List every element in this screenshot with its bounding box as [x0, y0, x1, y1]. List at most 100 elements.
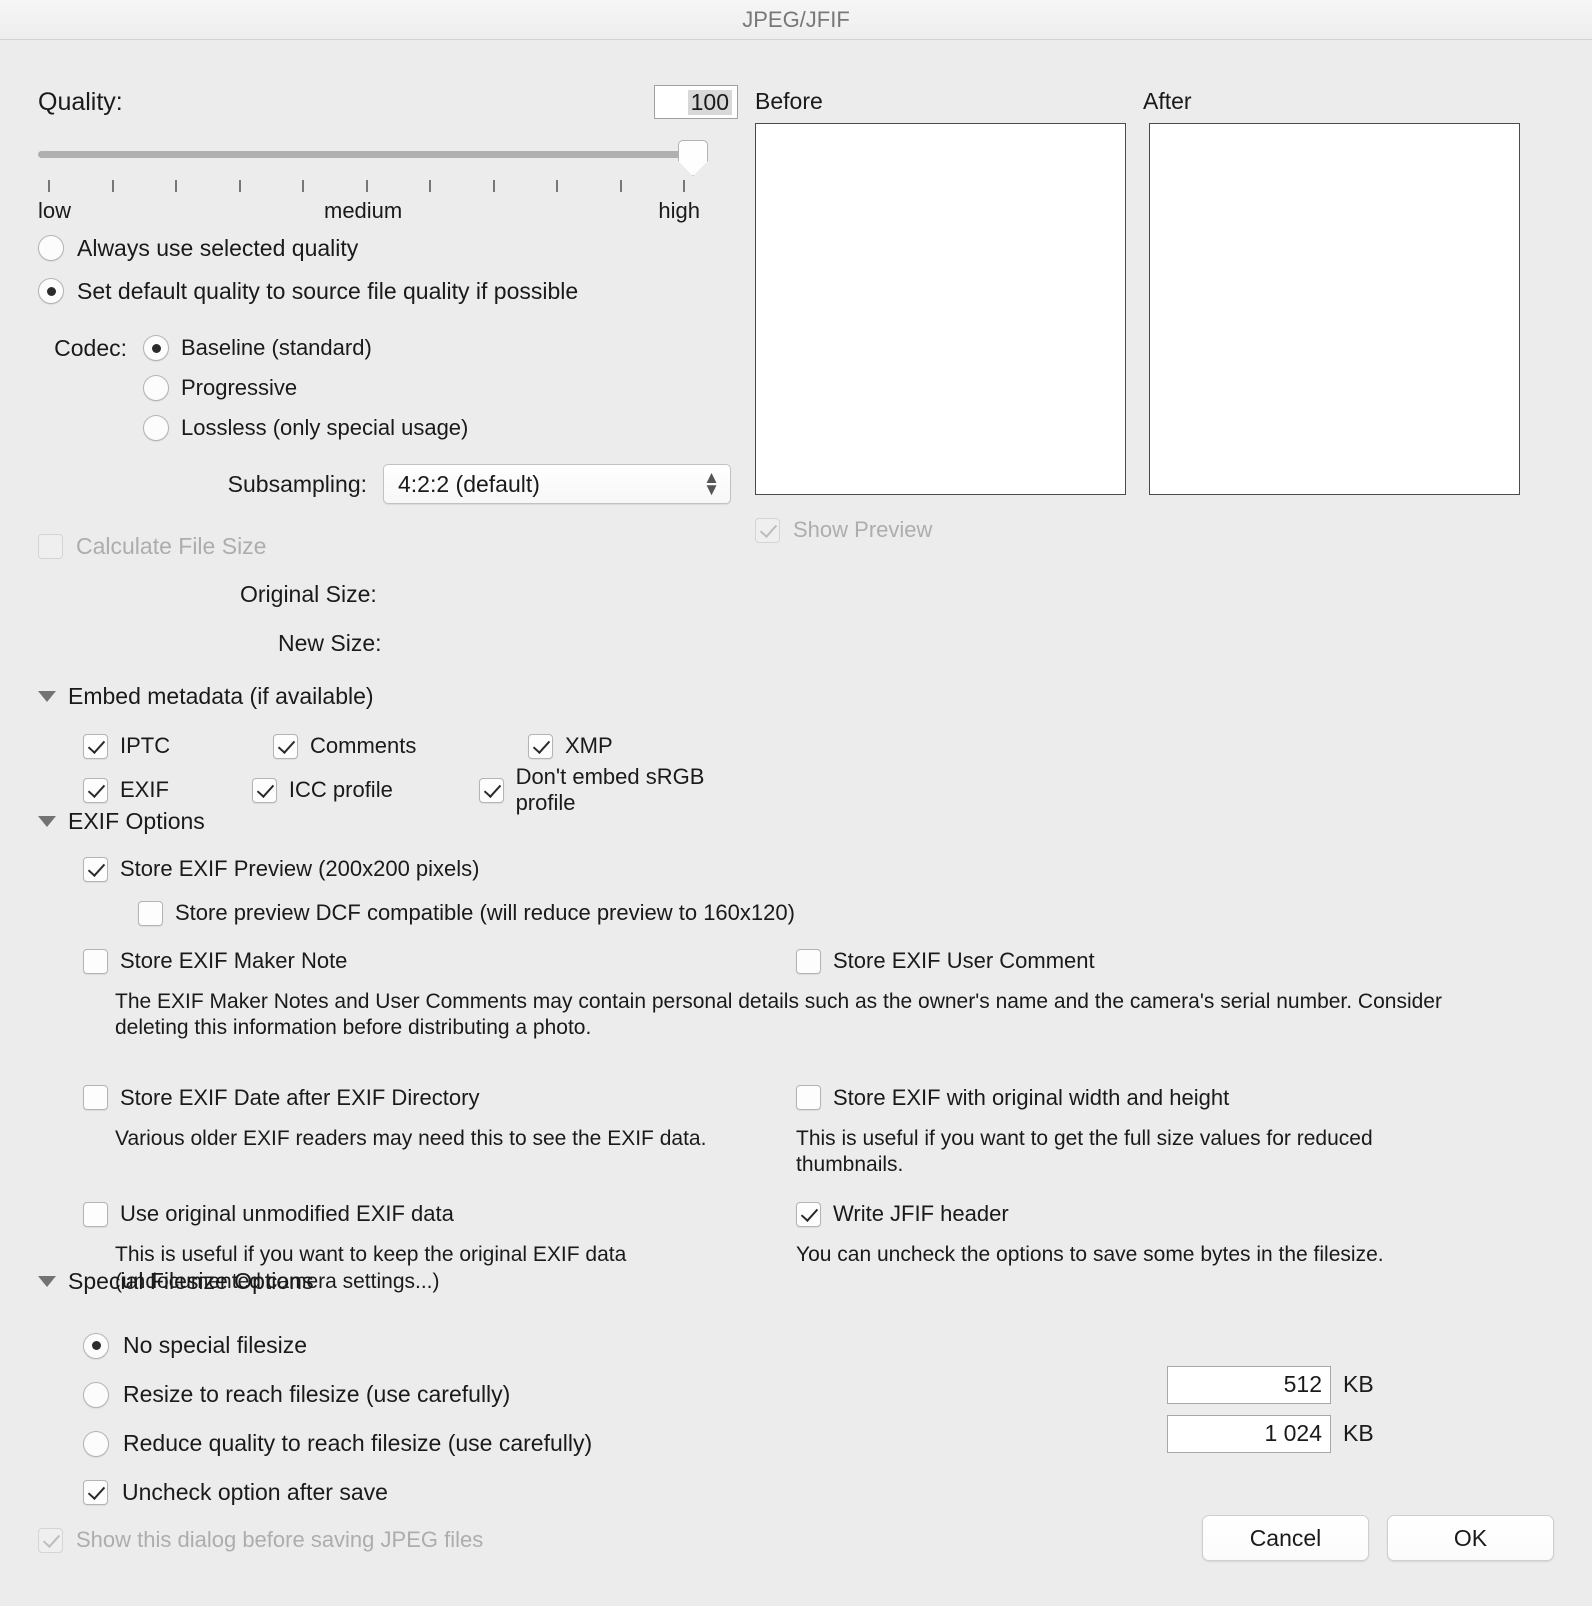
checkbox-calculate-file-size[interactable]: Calculate File Size: [38, 534, 738, 559]
checkbox-icon: [83, 1201, 108, 1227]
radio-always-use-selected-quality[interactable]: Always use selected quality: [38, 226, 738, 270]
checkbox-icon: [796, 1201, 821, 1227]
checkbox-uncheck-option-after-save[interactable]: Uncheck option after save: [83, 1468, 1558, 1517]
new-size-label: New Size:: [278, 630, 382, 656]
after-label: After: [1143, 87, 1192, 114]
quality-value: 100: [687, 89, 732, 115]
slider-handle[interactable]: [678, 140, 708, 176]
cancel-button[interactable]: Cancel: [1202, 1515, 1369, 1561]
checkbox-store-exif-user-comment[interactable]: Store EXIF User Comment: [796, 939, 1496, 983]
checkbox-label: Uncheck option after save: [122, 1479, 388, 1505]
checkbox-iptc[interactable]: IPTC: [83, 733, 273, 759]
metadata-row: EXIF ICC profile Don't embed sRGB profil…: [83, 764, 738, 815]
checkbox-icon: [138, 900, 163, 926]
checkbox-label: Store EXIF with original width and heigh…: [833, 1084, 1230, 1110]
section-special-filesize[interactable]: Special Filesize Options: [38, 1268, 1558, 1295]
codec-label: Codec:: [54, 334, 127, 361]
before-preview-pane: [755, 123, 1126, 495]
checkbox-label: Write JFIF header: [833, 1201, 1009, 1227]
exif-date-row: Store EXIF Date after EXIF Directory Var…: [38, 1076, 1558, 1176]
checkbox-store-exif-user-comment-wrap: Store EXIF User Comment: [796, 939, 1496, 983]
codec-group: Codec: Baseline (standard) Progressive L…: [38, 328, 738, 448]
original-size-label: Original Size:: [240, 581, 377, 607]
preview-panes: [755, 123, 1555, 495]
checkbox-xmp[interactable]: XMP: [528, 733, 613, 759]
radio-codec-lossless[interactable]: Lossless (only special usage): [143, 415, 468, 441]
disclosure-triangle-icon: [38, 816, 56, 827]
slider-tick: [492, 180, 495, 192]
metadata-row: IPTC Comments XMP: [83, 724, 738, 768]
radio-icon: [83, 1332, 109, 1359]
radio-codec-progressive[interactable]: Progressive: [143, 375, 297, 401]
exif-options-body: Store EXIF Preview (200x200 pixels) Stor…: [38, 847, 1558, 1295]
radio-icon: [143, 335, 169, 361]
checkbox-show-dialog-before-saving[interactable]: Show this dialog before saving JPEG file…: [38, 1527, 483, 1553]
radio-label: Lossless (only special usage): [181, 415, 469, 440]
subsampling-value: 4:2:2 (default): [398, 470, 540, 497]
reduce-filesize-value: 1 024: [1264, 1420, 1322, 1446]
quality-input[interactable]: 100: [654, 85, 738, 119]
slider-tick: [619, 180, 622, 192]
checkbox-store-preview-dcf[interactable]: Store preview DCF compatible (will reduc…: [138, 891, 1558, 935]
radio-codec-baseline[interactable]: Baseline (standard): [143, 335, 372, 361]
radio-label: Baseline (standard): [181, 335, 372, 360]
dialog-body: Quality: 100 low medium high Always use …: [0, 40, 1592, 1605]
after-preview-pane: [1149, 123, 1520, 495]
resize-filesize-input[interactable]: 512: [1167, 1365, 1331, 1404]
radio-label: Set default quality to source file quali…: [77, 277, 579, 304]
checkbox-write-jfif-header-wrap: Write JFIF header You can uncheck the op…: [796, 1192, 1496, 1268]
radio-icon: [83, 1430, 109, 1457]
checkbox-icon: [83, 856, 108, 882]
checkbox-icon: [528, 733, 553, 759]
checkbox-write-jfif-header[interactable]: Write JFIF header: [796, 1192, 1496, 1236]
checkbox-label: Comments: [310, 733, 417, 758]
quality-slider[interactable]: [38, 140, 708, 176]
filesize-value-fields: 512 KB 1 024 KB: [1167, 1360, 1374, 1458]
checkbox-store-exif-preview[interactable]: Store EXIF Preview (200x200 pixels): [83, 847, 1558, 891]
original-width-height-help-text: This is useful if you want to get the fu…: [796, 1126, 1373, 1177]
checkbox-show-preview[interactable]: Show Preview: [755, 517, 1555, 543]
radio-set-default-source-quality[interactable]: Set default quality to source file quali…: [38, 270, 738, 312]
radio-label: No special filesize: [123, 1332, 308, 1358]
subsampling-row: Subsampling: 4:2:2 (default) ▲ ▼: [38, 464, 738, 504]
settings-column: Quality: 100 low medium high Always use …: [38, 82, 738, 815]
radio-label: Resize to reach filesize (use carefully): [123, 1381, 511, 1407]
resize-filesize-field-row: 512 KB: [1167, 1360, 1374, 1409]
radio-icon: [143, 415, 169, 441]
checkbox-icon: [755, 517, 780, 543]
section-exif-options[interactable]: EXIF Options: [38, 808, 1558, 835]
ok-button[interactable]: OK: [1387, 1515, 1554, 1561]
slider-track: [38, 151, 693, 158]
section-title: Special Filesize Options: [68, 1268, 314, 1294]
checkbox-label: Show Preview: [793, 517, 933, 542]
checkbox-label: Store EXIF User Comment: [833, 948, 1095, 973]
checkbox-label: Store preview DCF compatible (will reduc…: [175, 900, 795, 925]
checkbox-icc-profile[interactable]: ICC profile: [251, 777, 479, 803]
checkbox-icon: [38, 534, 63, 559]
slider-tick: [365, 180, 368, 192]
reduce-filesize-unit: KB: [1343, 1420, 1374, 1446]
jfif-header-help-text: You can uncheck the options to save some…: [796, 1243, 1384, 1267]
checkbox-store-exif-original-width-height[interactable]: Store EXIF with original width and heigh…: [796, 1076, 1496, 1120]
checkbox-comments[interactable]: Comments: [273, 733, 528, 759]
reduce-filesize-input[interactable]: 1 024: [1167, 1414, 1331, 1453]
section-title: EXIF Options: [68, 808, 205, 834]
radio-label: Progressive: [181, 375, 298, 400]
section-embed-metadata[interactable]: Embed metadata (if available): [38, 683, 738, 710]
reduce-filesize-field-row: 1 024 KB: [1167, 1409, 1374, 1458]
checkbox-exif[interactable]: EXIF: [83, 777, 252, 803]
codec-row-baseline: Codec: Baseline (standard): [38, 328, 738, 368]
checkbox-label: ICC profile: [288, 777, 393, 802]
checkbox-label: Calculate File Size: [76, 533, 267, 559]
slider-tick: [238, 180, 241, 192]
subsampling-label: Subsampling:: [227, 470, 367, 497]
checkbox-icon: [38, 1527, 63, 1553]
checkbox-icon: [796, 1085, 821, 1111]
checkbox-icon: [83, 1085, 108, 1111]
radio-icon: [83, 1381, 109, 1408]
subsampling-select[interactable]: 4:2:2 (default) ▲ ▼: [383, 464, 731, 504]
slider-tick: [683, 180, 685, 192]
checkbox-label: Show this dialog before saving JPEG file…: [76, 1527, 484, 1552]
checkbox-icon: [251, 777, 277, 803]
preview-column: Before After Show Preview: [755, 82, 1555, 543]
